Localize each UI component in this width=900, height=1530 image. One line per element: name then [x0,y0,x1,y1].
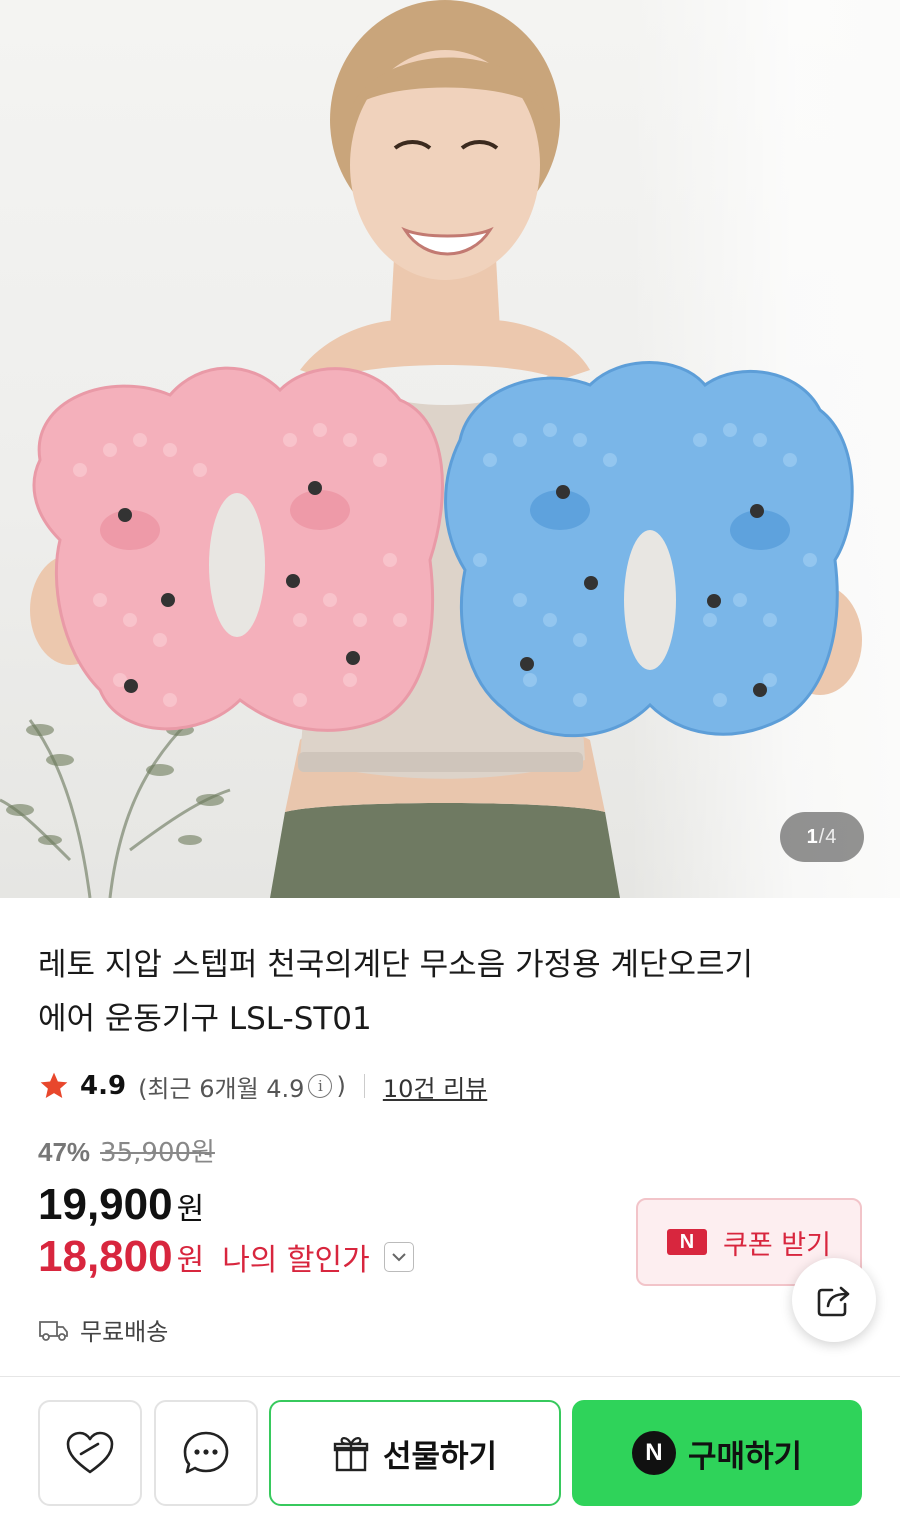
product-title-line2: 에어 운동기구 LSL-ST01 [38,1001,372,1037]
share-icon [817,1286,850,1317]
gift-icon [333,1437,369,1472]
coupon-label: 쿠폰 받기 [723,1229,831,1261]
pager-total: 4 [825,825,838,848]
shipping-info: 무료배송 [38,1312,168,1347]
wishlist-button[interactable] [38,1400,142,1506]
gift-label: 선물하기 [382,1438,498,1475]
truck-icon [39,1320,68,1341]
review-count-link[interactable]: 10건 리뷰 [383,1069,487,1104]
my-price-label: 나의 할인가 [222,1243,370,1278]
rating-score: 4.9 [80,1071,127,1101]
talk-talk-button[interactable] [154,1400,258,1506]
my-price-unit: 원 [176,1243,205,1278]
rating-row: 4.9 (최근 6개월 4.9 i ) 10건 리뷰 [38,1064,487,1108]
rating-recent-prefix: (최근 6개월 4.9 [138,1074,305,1103]
price-block: 47% 35,900원 19,900 원 18,800 원 나의 할인가 [38,1132,414,1282]
my-discount-price-row[interactable]: 18,800 원 나의 할인가 [38,1232,414,1282]
shipping-label: 무료배송 [80,1318,169,1346]
sale-price-unit: 원 [176,1192,205,1227]
product-photo [0,0,862,898]
rating-divider [363,1074,365,1098]
bottom-bar-divider [0,1376,900,1377]
chevron-down-icon[interactable] [383,1242,414,1272]
gift-button[interactable]: 선물하기 [269,1400,561,1506]
image-pager-indicator: 1/4 [780,812,864,862]
product-image-carousel[interactable]: 1/4 [0,0,900,898]
info-icon[interactable]: i [308,1074,333,1098]
product-title-line1: 레토 지압 스텝퍼 천국의계단 무소음 가정용 계단오르기 [38,947,754,983]
chat-icon [183,1431,229,1474]
star-icon [40,1072,68,1098]
sale-price: 19,900 원 [38,1180,414,1230]
buy-label: 구매하기 [687,1438,803,1475]
share-button[interactable] [792,1258,876,1342]
product-title: 레토 지압 스텝퍼 천국의계단 무소음 가정용 계단오르기 에어 운동기구 LS… [38,938,858,1046]
rating-recent-suffix: ) [336,1072,346,1100]
buy-button[interactable]: N 구매하기 [572,1400,862,1506]
naver-pay-badge: N [631,1431,676,1475]
my-price-value: 18,800 [38,1232,173,1281]
discount-percent: 47% [38,1137,91,1167]
original-price: 35,900원 [100,1138,215,1168]
discount-row: 47% 35,900원 [38,1132,414,1176]
sale-price-value: 19,900 [38,1180,173,1229]
heart-icon [66,1431,114,1474]
naver-pay-badge: N [667,1229,708,1255]
pager-current: 1 [806,825,819,848]
